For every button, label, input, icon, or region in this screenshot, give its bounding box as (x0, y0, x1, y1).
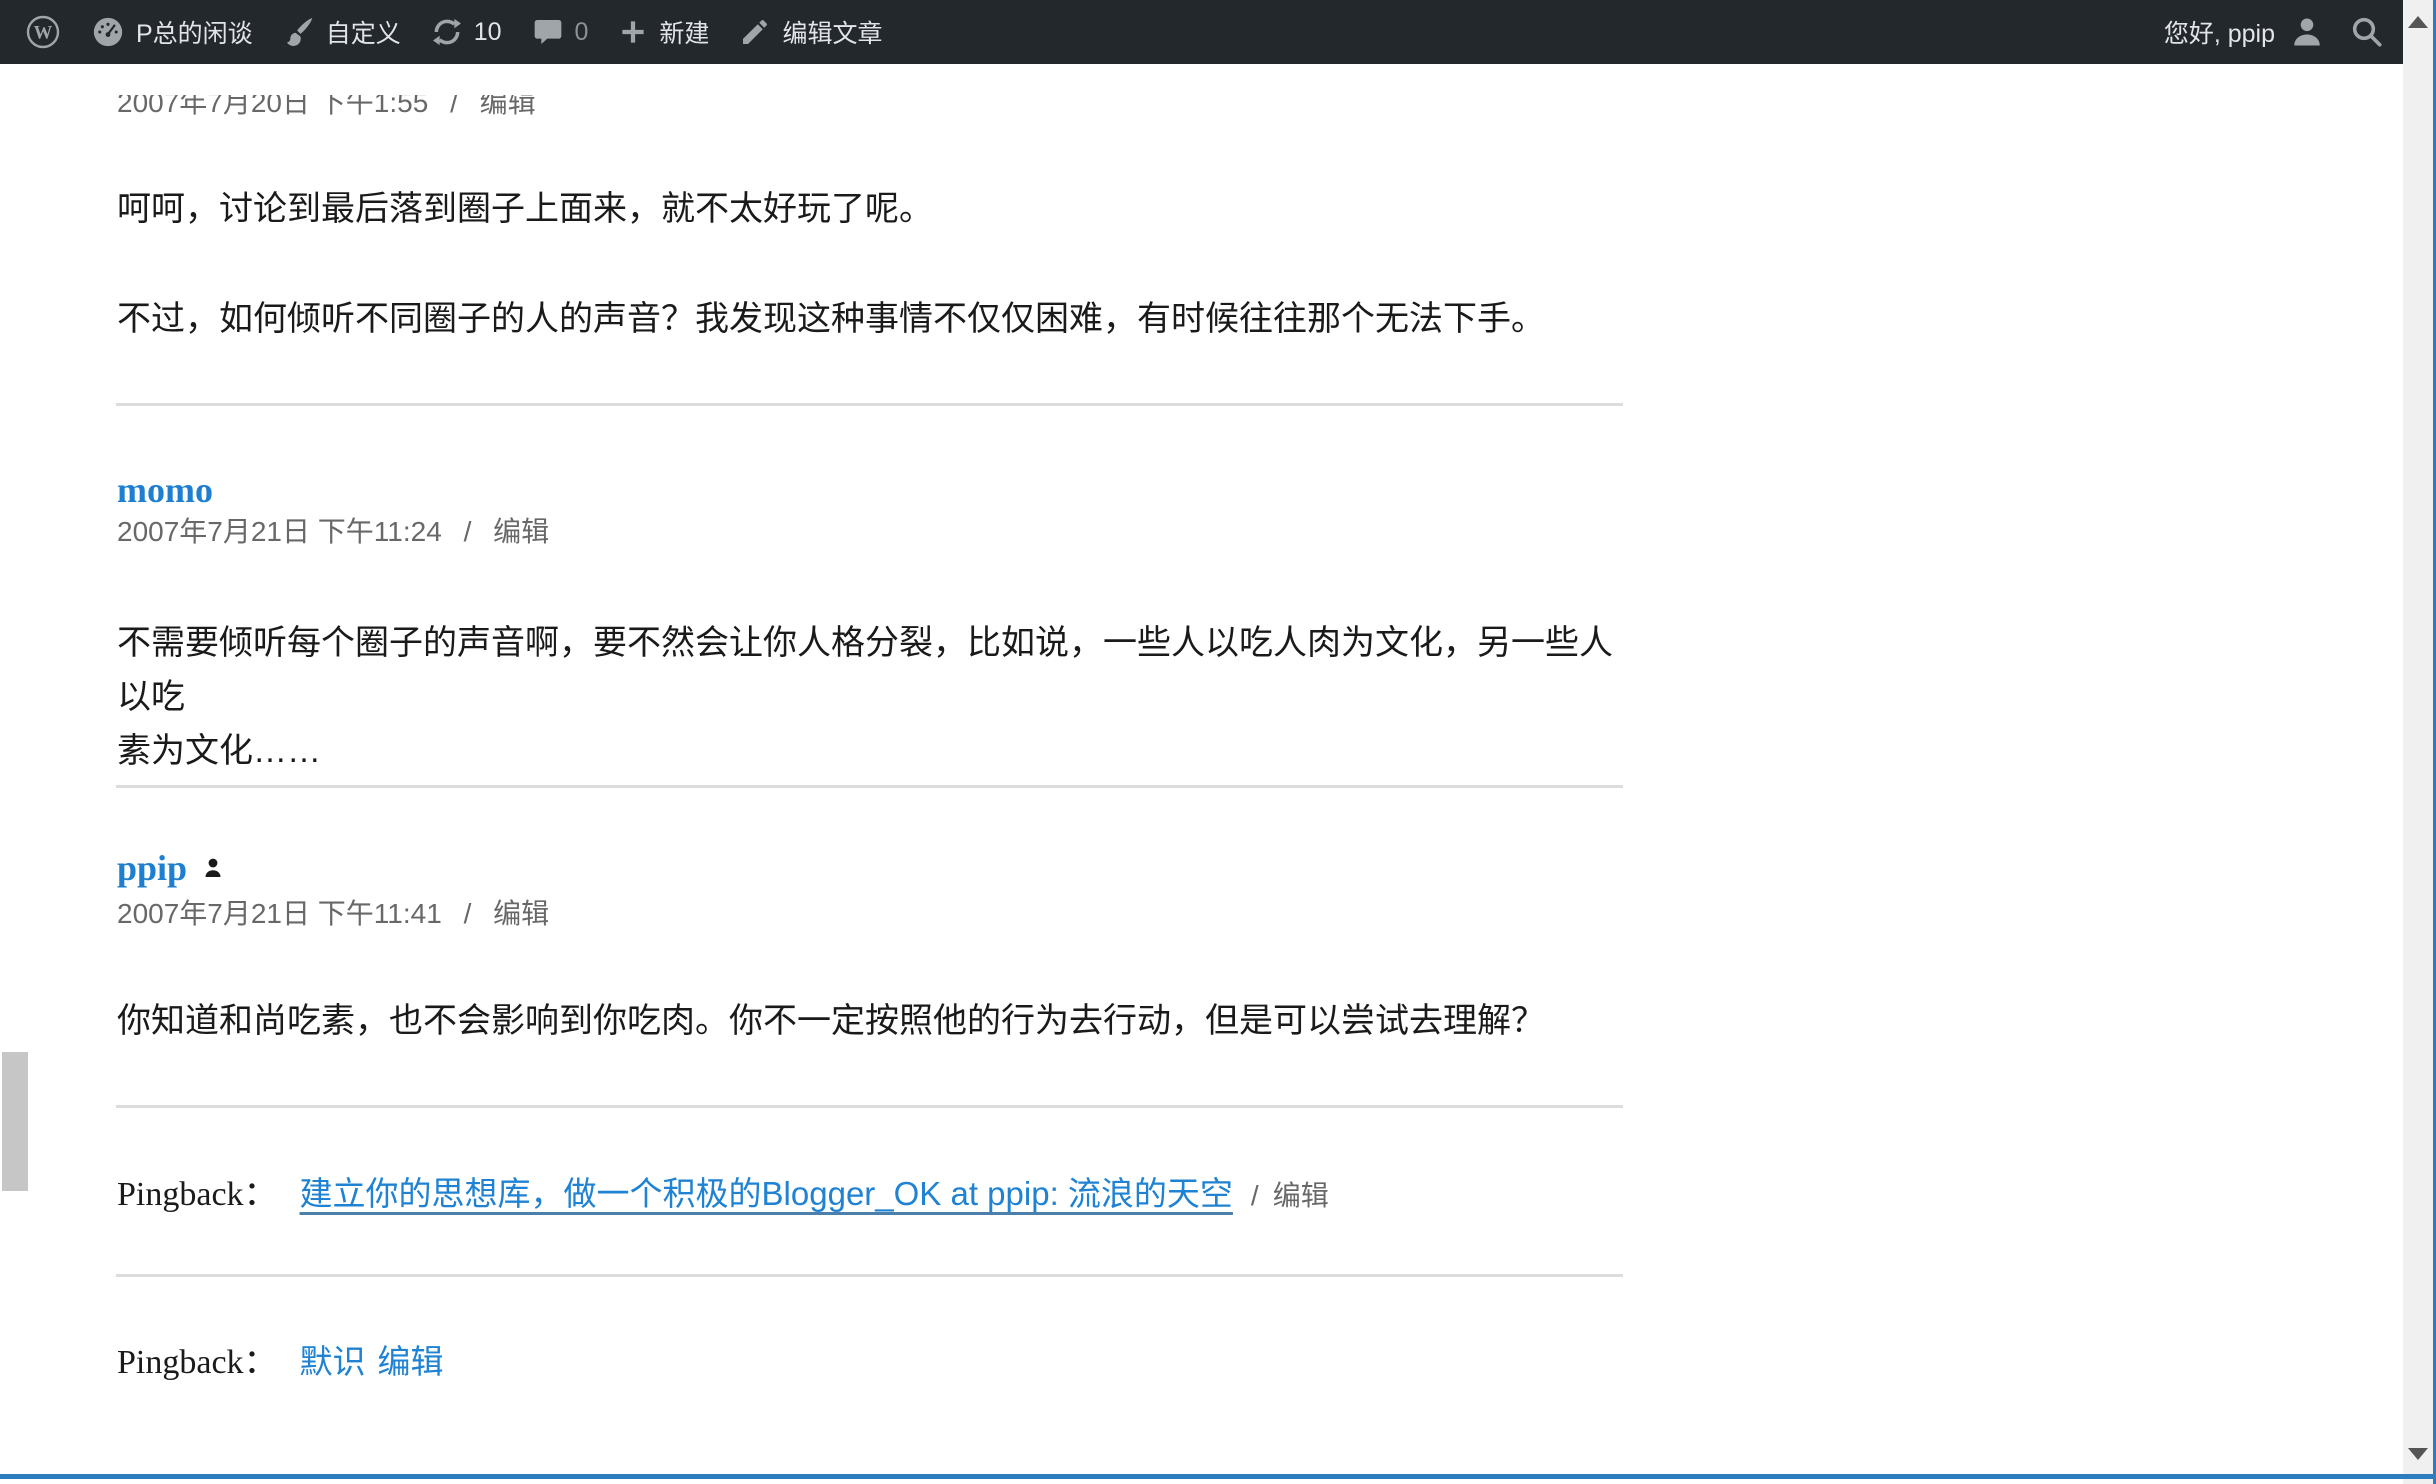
wordpress-logo-icon: W (25, 14, 61, 50)
plus-icon (618, 17, 648, 47)
admin-bar-left: W (10, 0, 897, 64)
comments-menu[interactable]: 0 (517, 0, 604, 64)
site-name-menu[interactable]: P总的闲谈 (76, 0, 268, 64)
meta-separator: / (464, 516, 472, 547)
comment-divider (116, 785, 1623, 788)
meta-separator: / (450, 95, 458, 117)
comments-count: 0 (575, 18, 589, 47)
updates-count: 10 (474, 18, 502, 47)
comment-line: 素为文化…… (117, 724, 1629, 778)
comment-paragraph: 呵呵，讨论到最后落到圈子上面来，就不太好玩了呢。 (117, 182, 1629, 236)
updates-menu[interactable]: 10 (416, 0, 517, 64)
comment-author-name: ppip (117, 848, 187, 888)
wordpress-logo-menu[interactable]: W (10, 0, 76, 64)
comment-divider (116, 1274, 1623, 1277)
pencil-icon (739, 16, 771, 48)
comment-body: 不需要倾听每个圈子的声音啊，要不然会让你人格分裂，比如说，一些人以吃人肉为文化，… (117, 616, 1629, 778)
scrollbar-down-arrow-icon[interactable] (2408, 1448, 2428, 1460)
comment-meta: 2007年7月21日 下午11:24 / 编辑 (117, 514, 549, 550)
comment-meta: 2007年7月21日 下午11:41 / 编辑 (117, 896, 549, 932)
comment-author-row: momo (117, 470, 213, 510)
pingback-row: Pingback： 默识 编辑 (117, 1334, 444, 1383)
edit-post-label: 编辑文章 (782, 14, 882, 50)
window-border-bottom (0, 1474, 2436, 1479)
meta-separator: / (464, 898, 472, 929)
search-icon[interactable] (2349, 14, 2385, 50)
new-content-label: 新建 (659, 14, 709, 50)
comment-edit-link[interactable]: 编辑 (493, 516, 549, 547)
comment-author-link[interactable]: ppip (117, 848, 225, 888)
dashboard-gauge-icon (91, 15, 125, 49)
pingback-row: Pingback： 建立你的思想库，做一个积极的Blogger_OK at pp… (117, 1166, 1329, 1215)
comment-paragraph: 不过，如何倾听不同圈子的人的声音？我发现这种事情不仅仅困难，有时候往往那个无法下… (117, 292, 1629, 346)
pingback-label: Pingback： (117, 1166, 278, 1215)
greeting-label: 您好, ppip (2164, 14, 2275, 50)
comment-bubble-icon (532, 16, 564, 48)
edit-post-menu[interactable]: 编辑文章 (724, 0, 897, 64)
meta-separator: / (1251, 1180, 1259, 1211)
pingback-edit-link[interactable]: 编辑 (1273, 1180, 1329, 1211)
svg-text:W: W (34, 23, 53, 44)
comment-date[interactable]: 2007年7月20日 下午1:55 (117, 95, 428, 117)
wp-admin-bar: W (0, 0, 2403, 64)
account-menu[interactable]: 您好, ppip (2164, 14, 2325, 50)
user-avatar-icon (2289, 14, 2325, 50)
pingback-edit-link[interactable]: 编辑 (378, 1335, 444, 1383)
paintbrush-icon (283, 16, 315, 48)
comment-author-link[interactable]: momo (117, 470, 213, 510)
comment-body: 你知道和尚吃素，也不会影响到你吃肉。你不一定按照他的行为去行动，但是可以尝试去理… (117, 994, 1629, 1048)
pingback-label: Pingback： (117, 1334, 278, 1383)
site-name-label: P总的闲谈 (136, 14, 253, 50)
vertical-scrollbar[interactable] (2403, 0, 2433, 1484)
page: W (0, 0, 2436, 1484)
customize-label: 自定义 (326, 14, 401, 50)
comment-date[interactable]: 2007年7月21日 下午11:24 (117, 516, 442, 547)
comment-date[interactable]: 2007年7月21日 下午11:41 (117, 898, 442, 929)
updates-icon (431, 16, 463, 48)
new-content-menu[interactable]: 新建 (603, 0, 724, 64)
scrollbar-thumb[interactable] (2, 1052, 28, 1191)
customize-menu[interactable]: 自定义 (268, 0, 416, 64)
admin-bar-right: 您好, ppip (2164, 0, 2389, 64)
comment-divider (116, 1105, 1623, 1108)
comment-line: 不需要倾听每个圈子的声音啊，要不然会让你人格分裂，比如说，一些人以吃人肉为文化，… (117, 616, 1629, 724)
comment-meta-clipped: 2007年7月20日 下午1:55 / 编辑 (117, 95, 1017, 117)
comment-edit-link[interactable]: 编辑 (480, 95, 536, 117)
scrollbar-up-arrow-icon[interactable] (2408, 16, 2428, 28)
pingback-link[interactable]: 默识 (300, 1335, 366, 1383)
pingback-meta: / 编辑 (1251, 1174, 1329, 1214)
comment-divider (116, 403, 1623, 406)
comment-author-row: ppip (117, 848, 225, 888)
comment-edit-link[interactable]: 编辑 (493, 898, 549, 929)
post-author-badge-icon (201, 856, 225, 880)
pingback-link[interactable]: 建立你的思想库，做一个积极的Blogger_OK at ppip: 流浪的天空 (300, 1167, 1233, 1215)
